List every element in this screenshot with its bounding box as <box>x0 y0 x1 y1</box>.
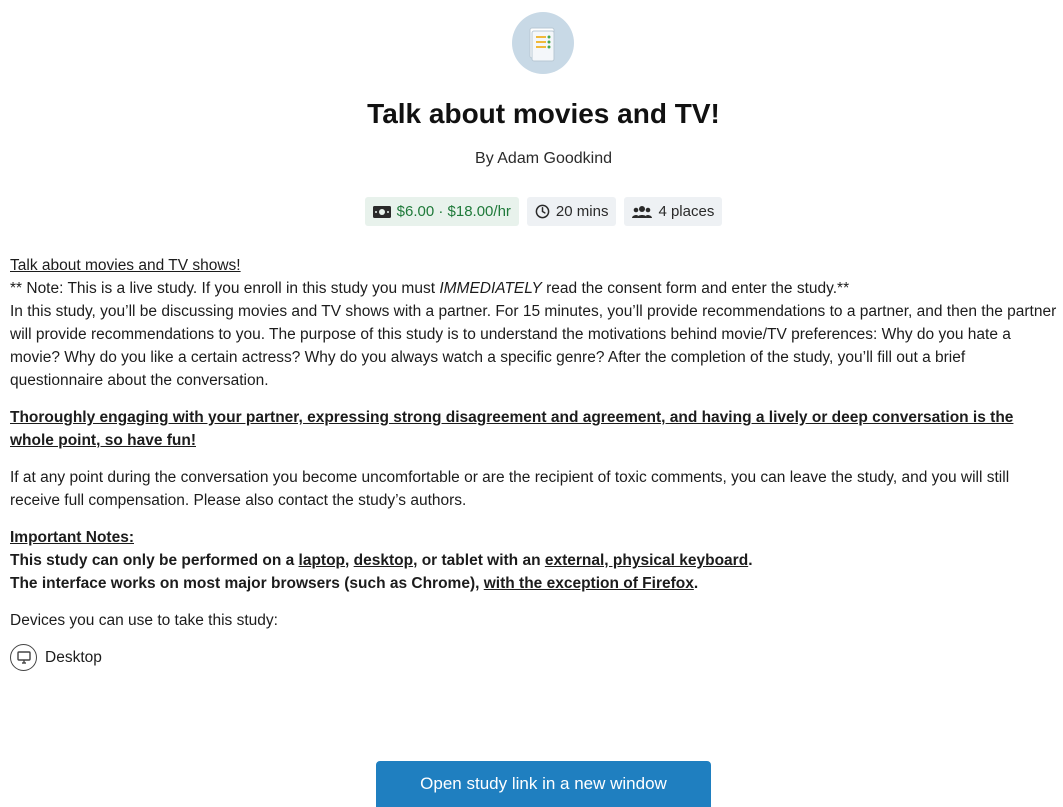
description-heading: Talk about movies and TV shows! <box>10 257 241 274</box>
clock-icon <box>535 204 550 219</box>
duration-text: 20 mins <box>555 203 609 220</box>
study-avatar <box>512 12 574 74</box>
devices-title: Devices you can use to take this study: <box>10 612 278 629</box>
device-item-desktop: Desktop <box>10 644 1060 671</box>
study-description: Talk about movies and TV shows! ** Note:… <box>10 254 1060 671</box>
study-badges: $6.00 · $18.00/hr 20 mins 4 places <box>0 197 1063 226</box>
device-label: Desktop <box>45 649 102 666</box>
duration-badge: 20 mins <box>526 197 617 226</box>
browser-requirement: The interface works on most major browse… <box>10 575 699 592</box>
live-study-note: ** Note: This is a live study. If you en… <box>10 280 850 297</box>
places-text: 4 places <box>658 203 715 220</box>
study-author: By Adam Goodkind <box>475 150 612 167</box>
reward-text: $6.00 · $18.00/hr <box>396 203 511 220</box>
document-icon <box>529 27 555 62</box>
toxic-note: If at any point during the conversation … <box>10 469 1010 509</box>
money-icon <box>372 205 391 218</box>
important-heading: Important Notes: <box>10 529 134 546</box>
open-study-button[interactable]: Open study link in a new window <box>376 761 711 807</box>
monitor-icon <box>10 644 37 671</box>
device-requirement: This study can only be performed on a la… <box>10 552 753 569</box>
emphasis-note: Thoroughly engaging with your partner, e… <box>10 409 1014 449</box>
study-title: Talk about movies and TV! <box>367 98 720 129</box>
reward-badge: $6.00 · $18.00/hr <box>364 197 519 226</box>
places-badge: 4 places <box>624 197 723 226</box>
study-body: In this study, you’ll be discussing movi… <box>10 303 1057 389</box>
users-icon <box>632 205 653 218</box>
